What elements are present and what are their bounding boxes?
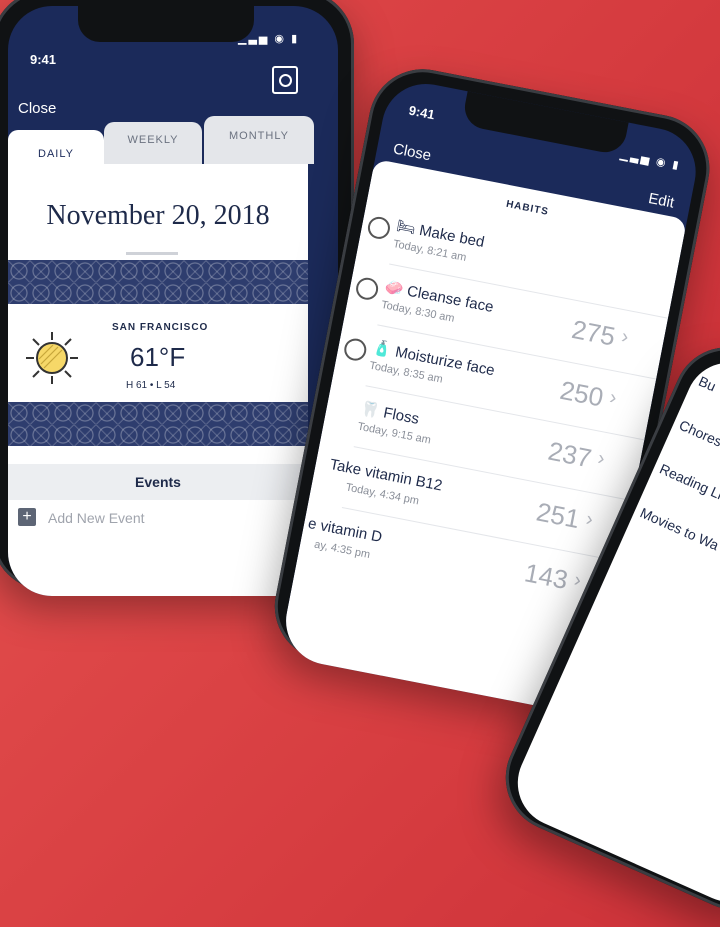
pattern-band-top — [8, 260, 308, 304]
status-time: 9:41 — [407, 102, 436, 123]
photo-icon[interactable] — [272, 66, 298, 94]
list-item[interactable]: Reading List — [657, 461, 720, 507]
habit-name: Floss — [382, 404, 421, 428]
add-event-row[interactable]: + Add New Event — [18, 508, 298, 532]
close-button[interactable]: Close — [18, 100, 56, 117]
habit-emoji: 🛏 — [395, 217, 418, 238]
list-item-label: Reading List — [657, 460, 720, 507]
chevron-right-icon[interactable]: › — [596, 447, 607, 471]
status-time: 9:41 — [30, 52, 57, 67]
edit-button[interactable]: Edit — [647, 190, 676, 212]
magnifier-icon — [279, 74, 292, 87]
list-item-label: Movies to Wa — [637, 504, 720, 554]
plus-icon[interactable]: + — [18, 508, 36, 526]
close-button[interactable]: Close — [392, 140, 433, 164]
promo-screenshot: { "phone1": { "status_time": "9:41", "st… — [0, 0, 720, 927]
pattern-band-bottom — [8, 402, 308, 446]
checkbox[interactable] — [366, 214, 392, 241]
add-event-label: Add New Event — [48, 510, 145, 526]
weather-hilo: H 61 • L 54 — [126, 380, 176, 391]
weather-city: SAN FRANCISCO — [112, 322, 209, 333]
tab-weekly[interactable]: WEEKLY — [104, 122, 202, 164]
chevron-right-icon[interactable]: › — [584, 508, 595, 532]
habit-count: 275 — [569, 313, 618, 352]
habit-count: 250 — [557, 374, 606, 413]
weather-sun-icon — [22, 328, 82, 388]
habit-emoji: 🧼 — [383, 278, 405, 299]
habit-emoji: 🧴 — [371, 339, 393, 360]
notch — [78, 6, 254, 42]
daily-card: November 20, 2018 SAN FRANCISCO 61°F H 6… — [8, 164, 308, 596]
list-item[interactable]: Movies to Wa — [638, 504, 720, 553]
list-item[interactable]: Chores — [677, 417, 720, 450]
weather-temp: 61°F — [130, 342, 186, 372]
chevron-right-icon[interactable]: › — [572, 569, 583, 593]
date-underline — [126, 252, 178, 255]
checkbox[interactable] — [354, 275, 381, 302]
habit-count: 143 — [522, 557, 571, 596]
habit-time: Today, 9:15 am — [356, 420, 432, 447]
checkbox[interactable] — [342, 336, 369, 363]
date-heading: November 20, 2018 — [46, 200, 270, 231]
events-title: Events — [135, 474, 181, 490]
chevron-right-icon[interactable]: › — [608, 386, 619, 410]
notch — [461, 87, 630, 156]
habit-count: 237 — [545, 435, 595, 474]
phone-left-screen: 9:41 ▁▃▅ ◉ ▮ Close WEEKLY MONTHLY DAILY … — [8, 6, 338, 596]
status-icons: ▁▃▅ ◉ ▮ — [238, 33, 300, 45]
chevron-right-icon[interactable]: › — [619, 325, 631, 349]
list-item-label: Bu — [696, 372, 719, 395]
tab-monthly[interactable]: MONTHLY — [204, 116, 314, 164]
list-item-label: Chores — [676, 416, 720, 450]
list-item[interactable]: Bu — [696, 373, 718, 395]
events-header: Events — [8, 464, 308, 500]
status-icons: ▁▃▅ ◉ ▮ — [619, 148, 682, 173]
habit-count: 251 — [533, 496, 583, 535]
habit-emoji: 🦷 — [359, 399, 382, 421]
